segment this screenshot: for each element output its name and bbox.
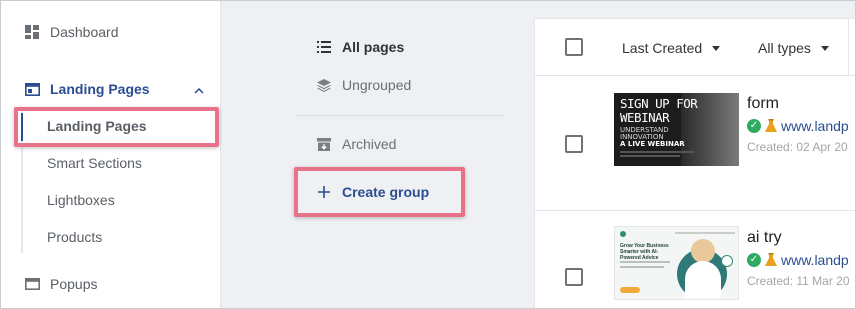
thumbnail-logo — [620, 231, 626, 237]
thumbnail-text-line — [620, 151, 694, 153]
thumbnail-text-line — [620, 266, 664, 268]
group-archived[interactable]: Archived — [316, 136, 396, 152]
header-divider — [848, 18, 849, 75]
group-archived-label: Archived — [342, 136, 397, 152]
check-circle-icon: ✓ — [747, 253, 761, 267]
type-dropdown-label: All types — [758, 40, 811, 56]
caret-down-icon — [820, 45, 829, 51]
landing-page-icon — [24, 81, 40, 97]
page-url[interactable]: www.landp — [781, 252, 849, 268]
page-status: ✓ www.landp — [747, 252, 849, 268]
row-separator — [534, 210, 856, 211]
thumbnail-text-line — [620, 155, 680, 157]
archive-icon — [316, 137, 332, 151]
caret-down-icon — [712, 45, 721, 51]
sort-dropdown[interactable]: Last Created — [622, 40, 721, 56]
thumbnail-text-line — [620, 261, 670, 263]
nav-dashboard-label: Dashboard — [50, 24, 119, 40]
thumbnail-badge — [721, 255, 733, 267]
page-name[interactable]: form — [747, 95, 779, 113]
type-dropdown[interactable]: All types — [758, 40, 829, 56]
thumbnail-line: SIGN UP FOR — [620, 96, 698, 111]
group-all-pages[interactable]: All pages — [316, 39, 404, 55]
group-ungrouped[interactable]: Ungrouped — [316, 77, 411, 93]
row-separator — [534, 75, 856, 76]
subnav-smart-sections[interactable]: Smart Sections — [47, 155, 142, 171]
dashboard-icon — [24, 24, 40, 40]
thumbnail-line: A LIVE WEBINAR — [620, 140, 685, 148]
subnav-products[interactable]: Products — [47, 229, 102, 245]
flask-icon — [765, 253, 777, 267]
page-thumbnail[interactable]: Grow Your Business Smarter with AI-Power… — [614, 226, 739, 300]
group-ungrouped-label: Ungrouped — [342, 77, 412, 93]
check-circle-icon: ✓ — [747, 119, 761, 133]
thumbnail-subheading: UNDERSTAND INNOVATION A LIVE WEBINAR — [620, 127, 685, 148]
popup-icon — [24, 276, 40, 292]
nav-popups-label: Popups — [50, 276, 98, 292]
highlight-landing-pages — [14, 107, 219, 147]
flask-icon — [765, 119, 777, 133]
page-status: ✓ www.landp — [747, 118, 849, 134]
page-url[interactable]: www.landp — [781, 118, 849, 134]
thumbnail-line: WEBINAR — [620, 110, 670, 125]
sort-dropdown-label: Last Created — [622, 40, 703, 56]
thumbnail-person-head — [691, 239, 715, 263]
highlight-create-group — [294, 167, 465, 217]
list-icon — [316, 41, 332, 53]
thumbnail-heading: SIGN UP FOR WEBINAR — [620, 96, 698, 125]
select-all-checkbox[interactable] — [565, 38, 583, 56]
chevron-up-icon[interactable] — [194, 81, 204, 97]
row-checkbox[interactable] — [565, 268, 583, 286]
thumbnail-heading: Grow Your Business Smarter with AI-Power… — [620, 243, 669, 261]
subnav-lightboxes[interactable]: Lightboxes — [47, 192, 115, 208]
nav-popups[interactable]: Popups — [24, 276, 97, 292]
thumbnail-cta — [620, 287, 640, 293]
thumbnail-nav — [675, 232, 735, 234]
group-all-pages-label: All pages — [342, 39, 405, 55]
layers-icon — [316, 78, 332, 92]
page-name[interactable]: ai try — [747, 229, 782, 247]
created-date: Created: 02 Apr 20 — [747, 140, 848, 154]
page-thumbnail[interactable]: SIGN UP FOR WEBINAR UNDERSTAND INNOVATIO… — [614, 93, 739, 166]
thumbnail-person-body — [685, 261, 721, 299]
created-date: Created: 11 Mar 20 — [747, 274, 850, 288]
nav-landing-pages[interactable]: Landing Pages — [24, 81, 204, 97]
nav-landing-pages-label: Landing Pages — [50, 81, 150, 97]
group-divider — [296, 115, 504, 116]
nav-dashboard[interactable]: Dashboard — [24, 24, 119, 40]
row-checkbox[interactable] — [565, 135, 583, 153]
sidebar: Dashboard Landing Pages Landing Pages Sm… — [1, 1, 221, 308]
